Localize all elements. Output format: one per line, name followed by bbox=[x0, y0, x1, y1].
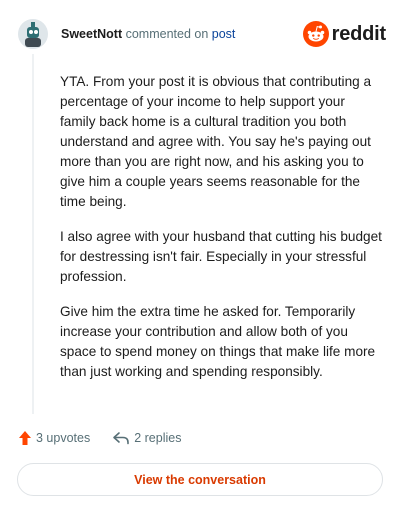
replies-button[interactable]: 2 replies bbox=[112, 431, 181, 445]
view-conversation-button[interactable]: View the conversation bbox=[17, 463, 383, 496]
reddit-snoo-icon bbox=[302, 21, 329, 47]
reply-arrow-icon bbox=[113, 432, 130, 445]
post-link[interactable]: post bbox=[212, 27, 236, 41]
comment-body: YTA. From your post it is obvious that c… bbox=[60, 72, 382, 397]
comment-paragraph: YTA. From your post it is obvious that c… bbox=[60, 74, 372, 209]
upvote-arrow-icon bbox=[19, 431, 31, 445]
thread-line bbox=[32, 54, 34, 414]
comment-meta: SweetNott commented on post bbox=[61, 26, 235, 42]
comment-actions: 3 upvotes 2 replies bbox=[18, 428, 181, 448]
comment-action-text: commented on bbox=[125, 27, 209, 41]
upvote-count: 3 upvotes bbox=[36, 431, 91, 445]
replies-count: 2 replies bbox=[134, 431, 182, 445]
reddit-logo[interactable]: reddit bbox=[302, 20, 387, 48]
comment-card: SweetNott commented on post reddit YTA. … bbox=[0, 0, 400, 512]
comment-header: SweetNott commented on post reddit bbox=[18, 16, 386, 52]
reddit-wordmark: reddit bbox=[331, 22, 387, 45]
username-link[interactable]: SweetNott bbox=[61, 27, 122, 41]
comment-paragraph: I also agree with your husband that cutt… bbox=[60, 229, 382, 284]
comment-paragraph: Give him the extra time he asked for. Te… bbox=[60, 304, 376, 379]
upvote-button[interactable]: 3 upvotes bbox=[18, 430, 90, 446]
snoo-avatar-icon[interactable] bbox=[18, 19, 48, 49]
